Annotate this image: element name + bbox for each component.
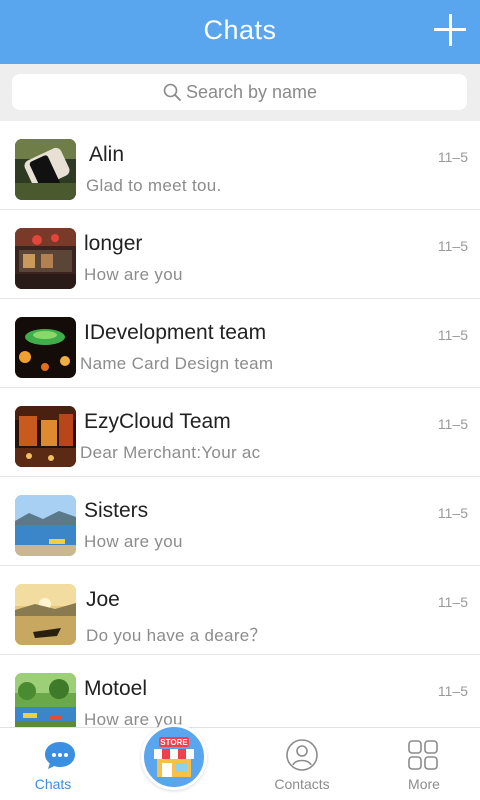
contacts-icon (286, 739, 318, 771)
avatar (15, 495, 76, 556)
chat-time: 11–5 (437, 416, 468, 432)
chat-row-longer[interactable]: longer How are you 11–5 (0, 210, 480, 299)
chat-preview: Name Card Design team (80, 354, 274, 373)
chat-time: 11–5 (437, 149, 468, 165)
avatar (15, 317, 76, 378)
chat-row-idevelopment-team[interactable]: IDevelopment team Name Card Design team … (0, 299, 480, 388)
chat-preview: How are you (84, 532, 183, 551)
chat-preview: Dear Merchant:Your ac (80, 443, 261, 462)
chat-name: Sisters (84, 499, 149, 522)
chat-name: EzyCloud Team (84, 410, 231, 433)
grid-icon (408, 740, 438, 770)
search-bar-area: Search by name (0, 64, 480, 121)
chat-row-joe[interactable]: Joe Do you have a deare？ 11–5 (0, 566, 480, 655)
store-button[interactable]: STORE (141, 724, 207, 790)
chat-time: 11–5 (437, 683, 468, 699)
chat-name: IDevelopment team (84, 321, 267, 344)
add-chat-button[interactable] (432, 12, 468, 48)
chat-row-alin[interactable]: Alin Glad to meet tou. 11–5 (0, 121, 480, 210)
avatar (15, 139, 76, 200)
bottom-tab-bar: Chats STORE Contacts More (0, 724, 480, 800)
chat-name: longer (84, 232, 143, 255)
chat-name: Motoel (84, 677, 148, 700)
tab-contacts[interactable]: Contacts (242, 728, 362, 800)
top-bar: Chats (0, 0, 480, 64)
chat-row-sisters[interactable]: Sisters How are you 11–5 (0, 477, 480, 566)
store-icon: STORE (154, 737, 194, 777)
chat-app: Chats Search by name Alin Glad to meet t… (0, 0, 480, 800)
tab-label: Contacts (274, 776, 330, 792)
chat-row-motoel[interactable]: Motoel How are you 11–5 (0, 655, 480, 727)
chat-name: Joe (86, 588, 120, 611)
tab-more[interactable]: More (364, 728, 480, 800)
chat-preview: Do you have a deare？ (86, 626, 267, 645)
search-input[interactable]: Search by name (12, 74, 467, 110)
page-title: Chats (203, 15, 277, 45)
tab-label: Chats (34, 776, 72, 792)
chat-time: 11–5 (437, 505, 468, 521)
avatar (15, 228, 76, 289)
chat-time: 11–5 (437, 238, 468, 254)
chat-preview: Glad to meet tou. (86, 176, 222, 195)
chat-list: Alin Glad to meet tou. 11–5 longer How a… (0, 121, 480, 727)
avatar (15, 406, 76, 467)
chat-time: 11–5 (437, 327, 468, 343)
chat-preview: How are you (84, 265, 183, 284)
tab-chats[interactable]: Chats (0, 728, 120, 800)
avatar (15, 673, 76, 727)
tab-label: More (408, 776, 440, 792)
avatar (15, 584, 76, 645)
search-icon (163, 83, 181, 101)
chat-time: 11–5 (437, 594, 468, 610)
chat-row-ezycloud-team[interactable]: EzyCloud Team Dear Merchant:Your ac 11–5 (0, 388, 480, 477)
chat-bubble-icon (45, 742, 75, 769)
store-badge-text: STORE (160, 738, 188, 747)
chat-name: Alin (89, 143, 125, 166)
search-placeholder: Search by name (185, 81, 318, 102)
